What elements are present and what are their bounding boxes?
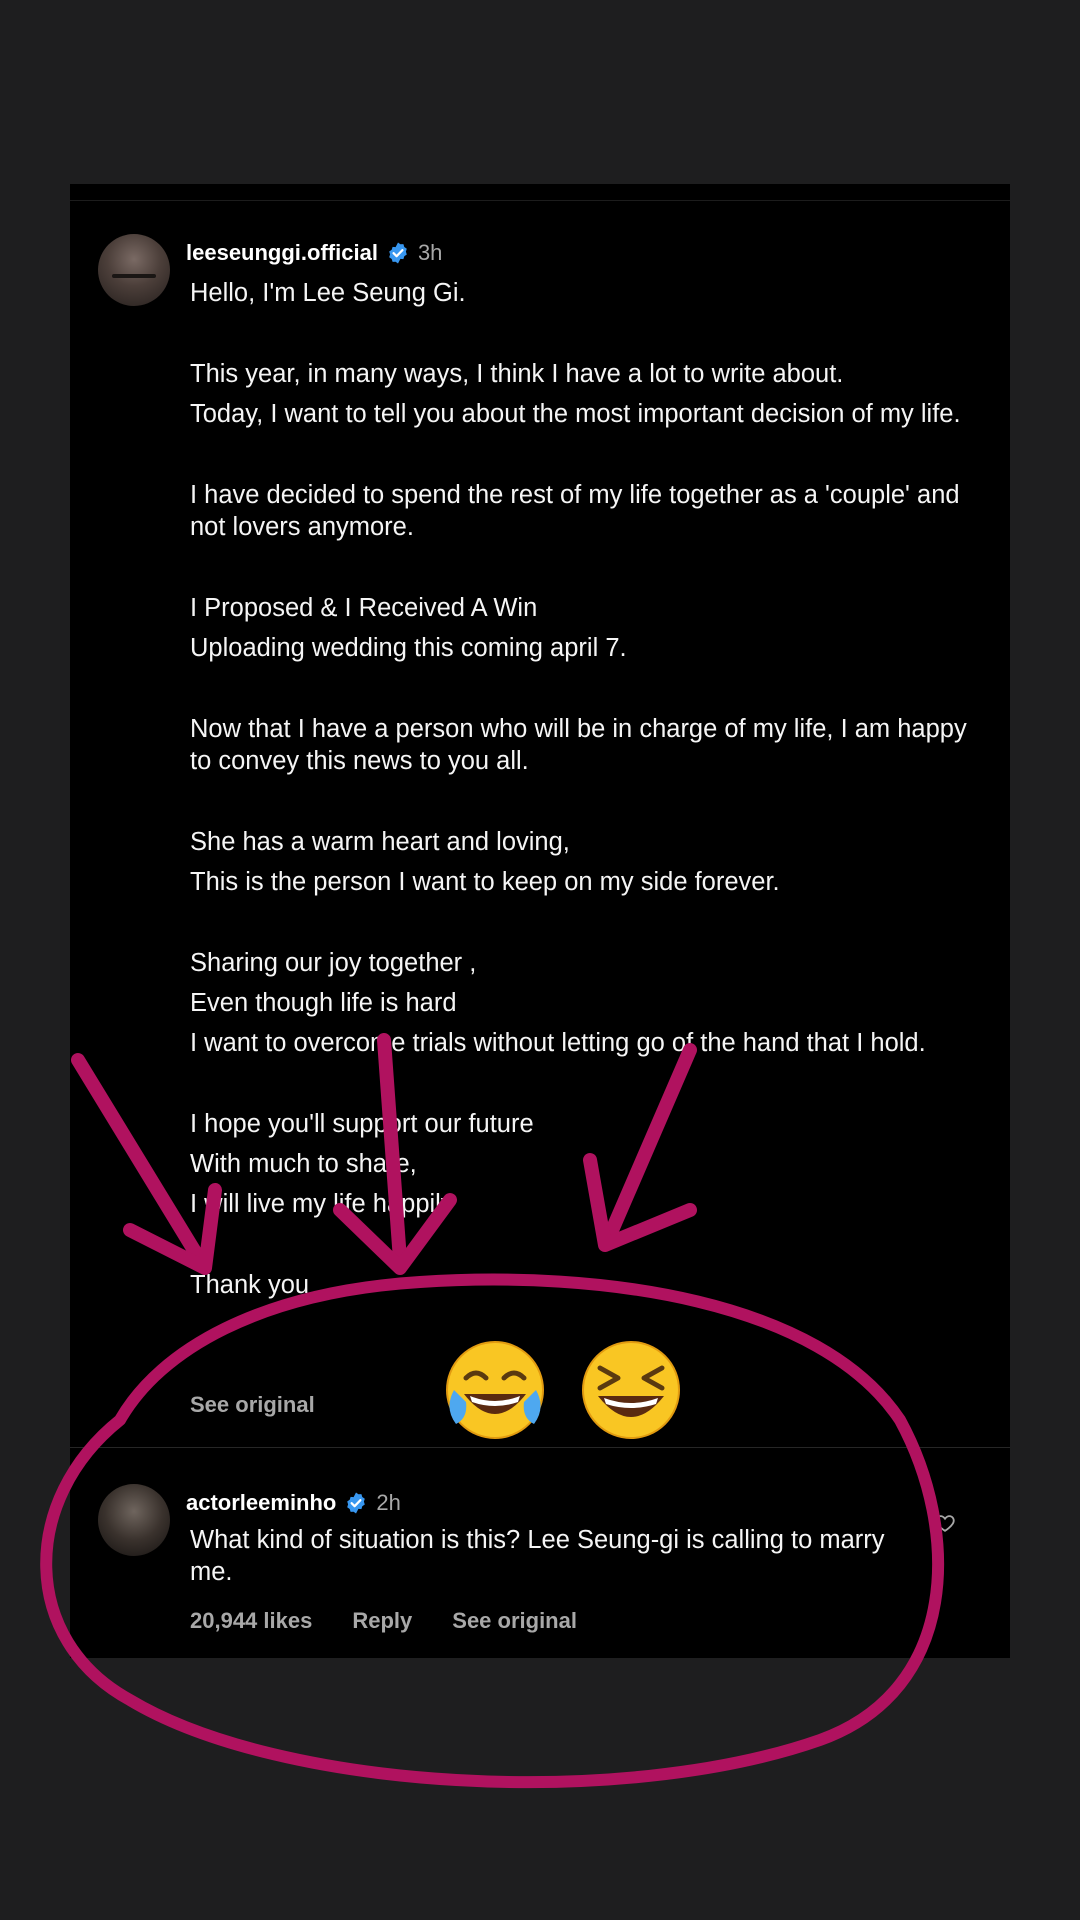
- verified-badge-icon: [347, 1492, 366, 1514]
- reply-button[interactable]: Reply: [352, 1608, 412, 1634]
- comment-actions: 20,944 likes Reply See original: [190, 1608, 577, 1634]
- post-see-original-link[interactable]: See original: [190, 1392, 315, 1418]
- comment-see-original-link[interactable]: See original: [452, 1608, 577, 1634]
- verified-badge-icon: [389, 242, 407, 264]
- grinning-squinting-emoji: [582, 1341, 680, 1439]
- post-header: leeseunggi.official 3h: [186, 240, 442, 266]
- caption-line: This year, in many ways, I think I have …: [190, 360, 844, 388]
- post-username[interactable]: leeseunggi.official: [186, 240, 378, 266]
- caption-line: Uploading wedding this coming april 7.: [190, 634, 627, 662]
- panel-top-divider: [70, 200, 1010, 201]
- caption-line: Hello, I'm Lee Seung Gi.: [190, 279, 466, 307]
- tears-of-joy-emoji: [446, 1341, 544, 1439]
- comment-username[interactable]: actorleeminho: [186, 1490, 336, 1516]
- caption-line: I will live my life happily: [190, 1190, 454, 1218]
- caption-line: She has a warm heart and loving,: [190, 828, 570, 856]
- post-caption: Hello, I'm Lee Seung Gi. This year, in m…: [190, 277, 980, 1301]
- caption-line: I want to overcome trials without lettin…: [190, 1029, 926, 1057]
- comment-text: What kind of situation is this? Lee Seun…: [190, 1526, 885, 1586]
- like-heart-icon[interactable]: [934, 1512, 956, 1534]
- avatar-shirt-detail: [112, 274, 156, 278]
- post-timestamp: 3h: [417, 240, 443, 265]
- caption-line: I have decided to spend the rest of my l…: [190, 481, 960, 541]
- caption-line: Today, I want to tell you about the most…: [190, 400, 961, 428]
- caption-line: Even though life is hard: [190, 989, 457, 1017]
- caption-line: I hope you'll support our future: [190, 1110, 534, 1138]
- comment-author-avatar[interactable]: [98, 1484, 170, 1556]
- comment-header: actorleeminho 2h: [186, 1490, 401, 1516]
- post-author-avatar[interactable]: [98, 234, 170, 306]
- comment-likes-count[interactable]: 20,944 likes: [190, 1608, 312, 1634]
- caption-line: Sharing our joy together ,: [190, 949, 477, 977]
- caption-line: I Proposed & I Received A Win: [190, 594, 538, 622]
- caption-line: This is the person I want to keep on my …: [190, 868, 780, 896]
- caption-line: Now that I have a person who will be in …: [190, 715, 967, 775]
- caption-line: Thank you: [190, 1271, 310, 1299]
- caption-line: With much to share,: [190, 1150, 417, 1178]
- comment-timestamp: 2h: [376, 1490, 401, 1515]
